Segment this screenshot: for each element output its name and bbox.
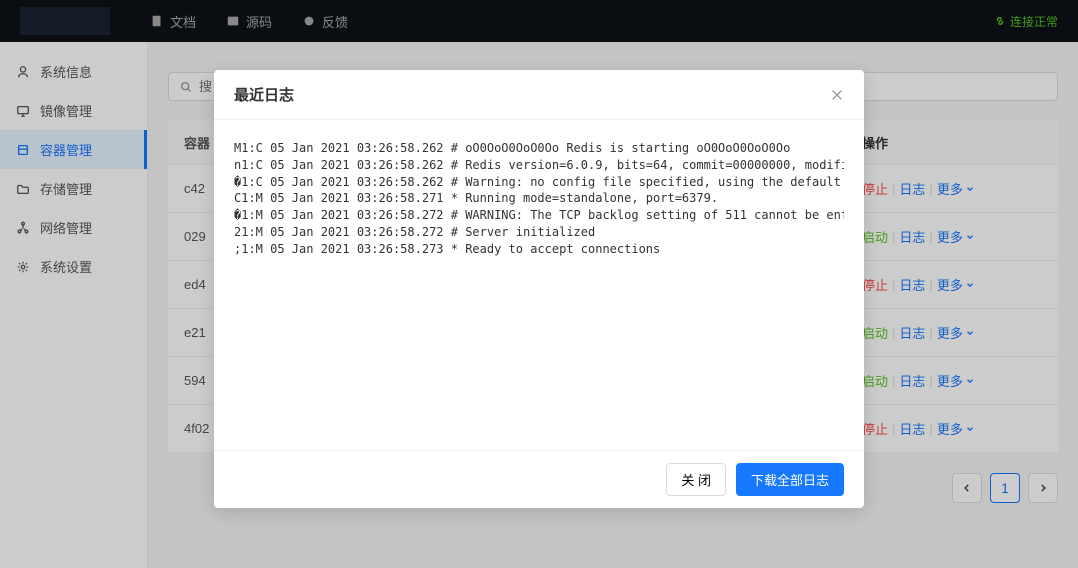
close-icon	[830, 88, 844, 102]
modal-footer: 关 闭 下载全部日志	[214, 450, 864, 508]
close-button[interactable]: 关 闭	[666, 463, 726, 496]
log-content: M1:C 05 Jan 2021 03:26:58.262 # oO0OoO0O…	[234, 140, 844, 258]
modal-body: M1:C 05 Jan 2021 03:26:58.262 # oO0OoO0O…	[214, 120, 864, 450]
modal-overlay[interactable]: 最近日志 M1:C 05 Jan 2021 03:26:58.262 # oO0…	[0, 0, 1078, 568]
modal-header: 最近日志	[214, 70, 864, 120]
modal-title: 最近日志	[234, 84, 294, 105]
modal-close-button[interactable]	[830, 88, 844, 102]
logs-modal: 最近日志 M1:C 05 Jan 2021 03:26:58.262 # oO0…	[214, 70, 864, 508]
download-logs-button[interactable]: 下载全部日志	[736, 463, 844, 496]
